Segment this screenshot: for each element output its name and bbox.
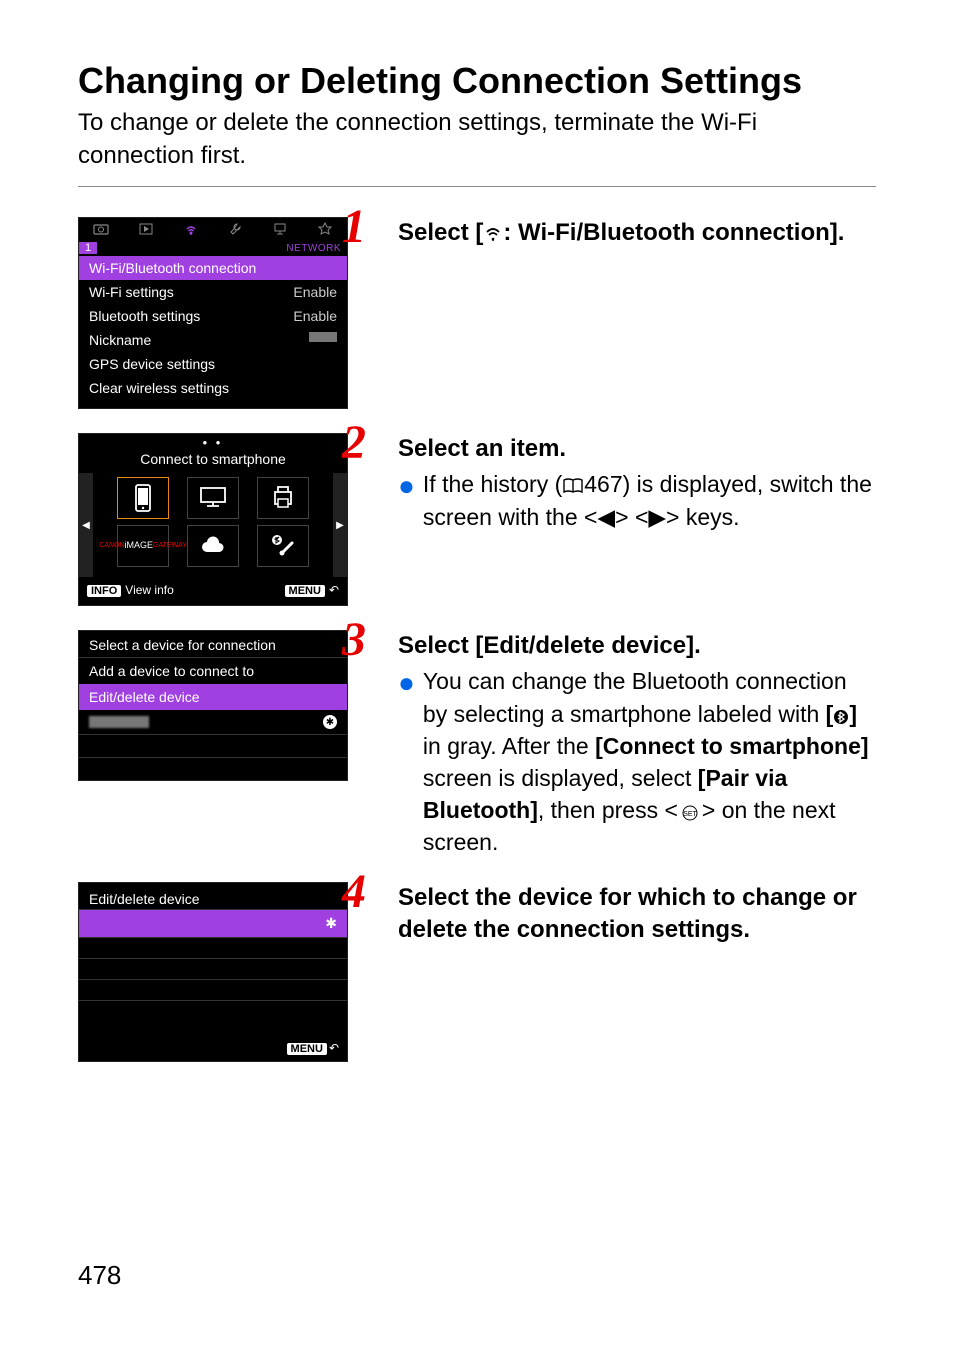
step-3-bullet-a: You can change the Bluetooth connection … xyxy=(423,668,847,726)
wireless-icon xyxy=(483,225,503,243)
row-add-device-label: Add a device to connect to xyxy=(89,663,254,679)
menu-row-wifi-settings-val: Enable xyxy=(293,284,337,300)
step-number-4: 4 xyxy=(342,868,366,916)
bullet-dot-icon: ● xyxy=(398,468,423,532)
bluetooth-indicator-icon: ✱ xyxy=(325,915,337,932)
shot2-heading: Connect to smartphone xyxy=(79,451,347,473)
step-2-title: Select an item. xyxy=(398,433,876,464)
tab-play-icon xyxy=(124,218,169,240)
menu-row-bt-settings-val: Enable xyxy=(293,308,337,324)
grid-left-arrow: ◀ xyxy=(79,473,93,577)
menu-row-wifi-bt: Wi-Fi/Bluetooth connection xyxy=(79,256,347,280)
step-4: Edit/delete device ✱ MENU↶ 4 Select the … xyxy=(78,882,876,1062)
menu-row-nickname: Nickname xyxy=(79,328,347,352)
menu-badge: MENU xyxy=(287,1043,327,1055)
menu-row-clear: Clear wireless settings xyxy=(79,376,347,400)
menu-row-bt-settings: Bluetooth settings Enable xyxy=(79,304,347,328)
subtab-page-num: 1 xyxy=(79,242,97,254)
bluetooth-icon xyxy=(833,709,849,725)
bullet-dot-icon: ● xyxy=(398,665,423,858)
cell-image-gateway-icon: CANONiMAGEGATEWAY xyxy=(117,525,169,567)
menu-row-wifi-settings-label: Wi-Fi settings xyxy=(89,284,174,300)
shot4-heading: Edit/delete device xyxy=(79,883,347,909)
cell-printer-icon xyxy=(257,477,309,519)
menu-row-gps-label: GPS device settings xyxy=(89,356,215,372)
menu-back-button: MENU↶ xyxy=(285,583,339,597)
step-1-title-pre: Select [ xyxy=(398,219,483,246)
step-4-title: Select the device for which to change or… xyxy=(398,882,876,944)
step-3-bullet-c: [Connect to smartphone] xyxy=(595,733,868,759)
subtab-label: NETWORK xyxy=(97,243,347,254)
step-1: 1 NETWORK Wi-Fi/Bluetooth connection Wi-… xyxy=(78,217,876,409)
set-button-icon: SET xyxy=(678,805,702,821)
step-1-title: Select [ : Wi-Fi/Bluetooth connection]. xyxy=(398,217,876,248)
step-2-bullet: ● If the history (467) is displayed, swi… xyxy=(398,468,876,532)
menu-row-bt-settings-label: Bluetooth settings xyxy=(89,308,200,324)
step-3-bullet-b: in gray. After the xyxy=(423,733,595,759)
menu-row-wifi-settings: Wi-Fi settings Enable xyxy=(79,280,347,304)
grid-right-arrow: ▶ xyxy=(333,473,347,577)
cell-monitor-icon xyxy=(187,477,239,519)
cell-cloud-icon xyxy=(187,525,239,567)
step-2-bullet-ref: 467 xyxy=(584,471,622,497)
step-3-bullet-text: You can change the Bluetooth connection … xyxy=(423,665,876,858)
menu-badge: MENU xyxy=(285,585,325,597)
info-badge: INFO xyxy=(87,585,121,597)
row-edit-delete-label: Edit/delete device xyxy=(89,689,200,705)
device-name-redacted xyxy=(89,716,149,728)
step-2: ● ● Connect to smartphone ◀ CANONiMAGEGA… xyxy=(78,433,876,606)
step-number-3: 3 xyxy=(342,616,366,664)
cell-bluetooth-remote-icon xyxy=(257,525,309,567)
tab-wrench-icon xyxy=(213,218,258,240)
intro-text: To change or delete the connection setti… xyxy=(78,107,876,172)
screenshot-edit-delete-device: Edit/delete device ✱ MENU↶ xyxy=(78,882,348,1062)
menu-row-wifi-bt-label: Wi-Fi/Bluetooth connection xyxy=(89,260,256,276)
tab-camera-icon xyxy=(79,218,124,240)
tab-star-icon xyxy=(302,218,347,240)
step-2-bullet-text: If the history (467) is displayed, switc… xyxy=(423,468,876,532)
info-text: View info xyxy=(125,583,173,597)
row-device-selected: ✱ xyxy=(79,910,347,937)
bluetooth-indicator-icon: ✱ xyxy=(323,715,337,729)
screenshot-connect-smartphone: ● ● Connect to smartphone ◀ CANONiMAGEGA… xyxy=(78,433,348,606)
step-2-bullet-pre: If the history ( xyxy=(423,471,562,497)
row-edit-delete: Edit/delete device xyxy=(79,684,347,710)
info-button: INFO View info xyxy=(87,583,174,597)
menu-back-button: MENU↶ xyxy=(287,1041,339,1055)
page-number: 478 xyxy=(78,1260,121,1291)
step-3-title: Select [Edit/delete device]. xyxy=(398,630,876,661)
step-1-title-post: : Wi-Fi/Bluetooth connection]. xyxy=(503,219,844,246)
tab-display-icon xyxy=(258,218,303,240)
divider xyxy=(78,186,876,187)
row-add-device: Add a device to connect to xyxy=(79,658,347,684)
step-3-bullet-f: , then press < xyxy=(538,797,678,823)
menu-row-nickname-label: Nickname xyxy=(89,332,151,348)
step-3-bullet-d: screen is displayed, select xyxy=(423,765,698,791)
nickname-value-redacted xyxy=(309,332,337,342)
row-device-entry: ✱ xyxy=(79,710,347,734)
step-number-1: 1 xyxy=(342,203,366,251)
cell-smartphone-icon xyxy=(117,477,169,519)
menu-row-gps: GPS device settings xyxy=(79,352,347,376)
screenshot-select-device: Select a device for connection Add a dev… xyxy=(78,630,348,781)
step-3: Select a device for connection Add a dev… xyxy=(78,630,876,858)
page-title: Changing or Deleting Connection Settings xyxy=(78,60,876,101)
tab-wireless-icon xyxy=(168,218,213,240)
step-3-bullet: ● You can change the Bluetooth connectio… xyxy=(398,665,876,858)
screenshot-network-menu: 1 NETWORK Wi-Fi/Bluetooth connection Wi-… xyxy=(78,217,348,409)
svg-text:SET: SET xyxy=(683,811,697,818)
book-icon xyxy=(562,477,584,495)
step-number-2: 2 xyxy=(342,419,366,467)
menu-row-clear-label: Clear wireless settings xyxy=(89,380,229,396)
shot3-heading: Select a device for connection xyxy=(79,631,347,657)
page-dots: ● ● xyxy=(79,434,347,451)
